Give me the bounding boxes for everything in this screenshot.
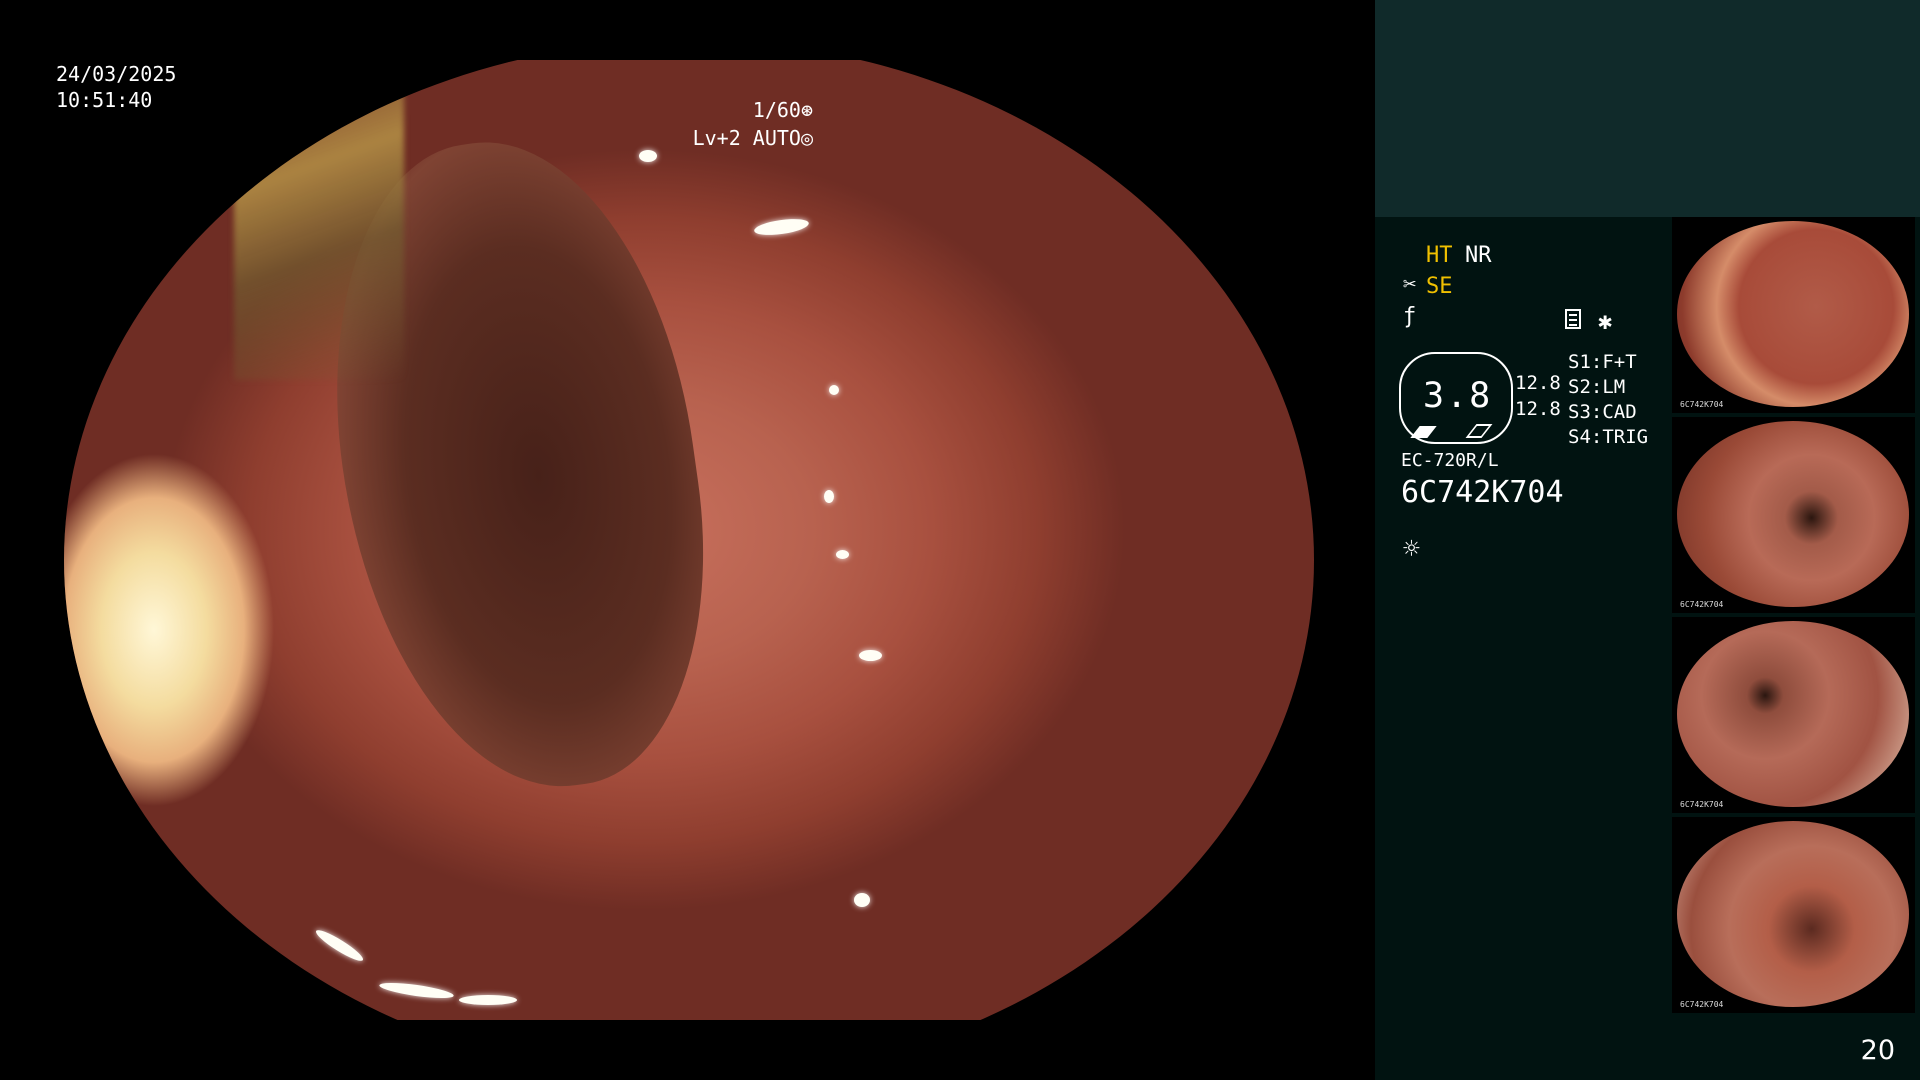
value-1: 12.8 bbox=[1515, 372, 1561, 394]
thumbnail-image bbox=[1677, 621, 1909, 807]
thumbnail-strip: 6C742K704 6C742K704 6C742K704 6C742K704 bbox=[1670, 217, 1920, 1013]
capture-time: 10:51:40 bbox=[56, 88, 153, 112]
specular-highlight bbox=[854, 893, 870, 907]
top-info-block bbox=[1375, 0, 1920, 217]
value-2: 12.8 bbox=[1515, 398, 1561, 420]
gauge-marker bbox=[1465, 424, 1493, 438]
thumbnail-4[interactable]: 6C742K704 bbox=[1672, 817, 1915, 1013]
specular-highlight bbox=[836, 550, 849, 559]
thumbnail-2[interactable]: 6C742K704 bbox=[1672, 417, 1915, 613]
document-icon bbox=[1565, 309, 1581, 329]
setting-s3: S3:CAD bbox=[1568, 401, 1637, 423]
thumbnail-image bbox=[1677, 421, 1909, 607]
thumbnail-label: 6C742K704 bbox=[1680, 400, 1724, 409]
thumbnail-label: 6C742K704 bbox=[1680, 800, 1724, 809]
setting-s4: S4:TRIG bbox=[1568, 426, 1649, 448]
specular-highlight bbox=[639, 150, 657, 162]
thumbnail-label: 6C742K704 bbox=[1680, 600, 1724, 609]
thumbnail-label: 6C742K704 bbox=[1680, 1000, 1724, 1009]
gauge-marker bbox=[1410, 426, 1437, 438]
serial-number: 6C742K704 bbox=[1401, 475, 1564, 510]
magnification-gauge: 3.8 bbox=[1399, 352, 1513, 444]
thumbnail-1[interactable]: 6C742K704 bbox=[1672, 217, 1915, 413]
scope-model: EC-720R/L bbox=[1401, 450, 1499, 471]
mode-ht: HT bbox=[1426, 243, 1453, 268]
thumbnail-image bbox=[1677, 821, 1909, 1007]
specular-highlight bbox=[459, 995, 517, 1005]
mode-nr: NR bbox=[1465, 243, 1492, 268]
scissor-icon: ✂ bbox=[1403, 272, 1417, 297]
specular-highlight bbox=[378, 979, 455, 1002]
mode-se: SE bbox=[1426, 274, 1453, 299]
specular-highlight bbox=[829, 385, 839, 395]
specular-highlight bbox=[753, 216, 810, 238]
thumbnail-image bbox=[1677, 221, 1909, 407]
scope-status-panel: HT NR SE ✂ ƒ ✱ 3.8 12.8 12.8 S1:F+T S2:L… bbox=[1375, 217, 1665, 1080]
endoscope-view: 24/03/2025 10:51:40 1/60⊛ Lv+2 AUTO◎ bbox=[0, 0, 1375, 1080]
specular-highlight bbox=[824, 490, 834, 503]
f-slash-icon: ƒ bbox=[1403, 304, 1417, 329]
right-panel: HT NR SE ✂ ƒ ✱ 3.8 12.8 12.8 S1:F+T S2:L… bbox=[1375, 0, 1920, 1080]
thumbnail-3[interactable]: 6C742K704 bbox=[1672, 617, 1915, 813]
endoscopic-image bbox=[64, 60, 1314, 1020]
specular-highlight bbox=[313, 926, 366, 965]
setting-s2: S2:LM bbox=[1568, 376, 1626, 398]
capture-date: 24/03/2025 bbox=[56, 62, 177, 86]
exposure-level: Lv+2 AUTO◎ bbox=[692, 126, 813, 150]
setting-s1: S1:F+T bbox=[1568, 351, 1637, 373]
magnification-value: 3.8 bbox=[1423, 376, 1493, 416]
sun-icon: ☼ bbox=[1403, 532, 1420, 565]
shutter-speed: 1/60⊛ bbox=[752, 98, 813, 122]
asterisk-icon: ✱ bbox=[1598, 307, 1613, 335]
page-number: 20 bbox=[1860, 1035, 1895, 1066]
specular-highlight bbox=[859, 650, 882, 661]
